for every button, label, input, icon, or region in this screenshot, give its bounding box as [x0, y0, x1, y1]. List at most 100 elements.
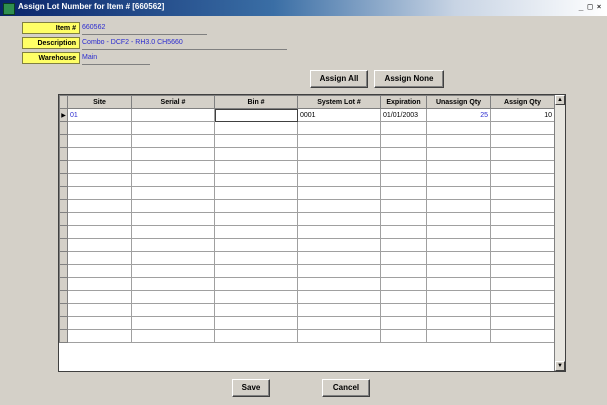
empty-cell[interactable]: [426, 225, 491, 239]
row-selector-current[interactable]: ▶: [59, 108, 68, 122]
cancel-button[interactable]: Cancel: [322, 379, 370, 397]
empty-cell[interactable]: [131, 303, 215, 317]
grid-scrollbar[interactable]: ▲ ▼: [554, 95, 565, 371]
empty-cell[interactable]: [67, 225, 132, 239]
table-row-empty[interactable]: [59, 186, 555, 200]
cell-serial[interactable]: [131, 108, 215, 122]
table-row-empty[interactable]: [59, 173, 555, 187]
cell-unassign-qty[interactable]: 25: [426, 108, 491, 122]
empty-cell[interactable]: [297, 316, 381, 330]
empty-cell[interactable]: [490, 121, 555, 135]
empty-cell[interactable]: [131, 212, 215, 226]
empty-cell[interactable]: [380, 134, 427, 148]
empty-cell[interactable]: [490, 186, 555, 200]
empty-cell[interactable]: [426, 238, 491, 252]
empty-cell[interactable]: [67, 199, 132, 213]
cell-bin[interactable]: [214, 108, 298, 122]
cell-site[interactable]: 01: [67, 108, 132, 122]
row-selector[interactable]: [59, 212, 68, 226]
row-selector[interactable]: [59, 290, 68, 304]
empty-cell[interactable]: [426, 264, 491, 278]
empty-cell[interactable]: [297, 134, 381, 148]
assign-none-button[interactable]: Assign None: [374, 70, 444, 88]
empty-cell[interactable]: [490, 316, 555, 330]
empty-cell[interactable]: [131, 316, 215, 330]
empty-cell[interactable]: [490, 329, 555, 343]
table-row-empty[interactable]: [59, 147, 555, 161]
empty-cell[interactable]: [380, 329, 427, 343]
empty-cell[interactable]: [214, 264, 298, 278]
empty-cell[interactable]: [67, 238, 132, 252]
empty-cell[interactable]: [67, 121, 132, 135]
row-selector[interactable]: [59, 225, 68, 239]
empty-cell[interactable]: [67, 147, 132, 161]
table-row[interactable]: ▶ 01 0001 01/01/2003 25 10: [59, 108, 555, 122]
empty-cell[interactable]: [490, 225, 555, 239]
scroll-up-icon[interactable]: ▲: [555, 95, 565, 105]
table-row-empty[interactable]: [59, 225, 555, 239]
empty-cell[interactable]: [67, 277, 132, 291]
col-header-unassign-qty[interactable]: Unassign Qty: [426, 95, 491, 109]
empty-cell[interactable]: [426, 186, 491, 200]
table-row-empty[interactable]: [59, 277, 555, 291]
row-selector[interactable]: [59, 173, 68, 187]
empty-cell[interactable]: [131, 199, 215, 213]
empty-cell[interactable]: [214, 160, 298, 174]
empty-cell[interactable]: [297, 329, 381, 343]
minimize-icon[interactable]: _: [577, 3, 585, 11]
cell-system-lot[interactable]: 0001: [297, 108, 381, 122]
assign-all-button[interactable]: Assign All: [310, 70, 368, 88]
row-selector[interactable]: [59, 134, 68, 148]
row-selector[interactable]: [59, 186, 68, 200]
empty-cell[interactable]: [426, 316, 491, 330]
empty-cell[interactable]: [67, 316, 132, 330]
row-selector[interactable]: [59, 251, 68, 265]
empty-cell[interactable]: [380, 225, 427, 239]
empty-cell[interactable]: [490, 251, 555, 265]
close-icon[interactable]: ×: [595, 3, 603, 11]
table-row-empty[interactable]: [59, 290, 555, 304]
maximize-icon[interactable]: □: [586, 3, 594, 11]
empty-cell[interactable]: [67, 264, 132, 278]
empty-cell[interactable]: [297, 186, 381, 200]
table-row-empty[interactable]: [59, 199, 555, 213]
table-row-empty[interactable]: [59, 134, 555, 148]
empty-cell[interactable]: [131, 225, 215, 239]
empty-cell[interactable]: [214, 238, 298, 252]
empty-cell[interactable]: [67, 303, 132, 317]
empty-cell[interactable]: [131, 329, 215, 343]
save-button[interactable]: Save: [232, 379, 270, 397]
col-header-bin[interactable]: Bin #: [214, 95, 298, 109]
empty-cell[interactable]: [131, 290, 215, 304]
empty-cell[interactable]: [214, 277, 298, 291]
empty-cell[interactable]: [380, 147, 427, 161]
col-header-assign-qty[interactable]: Assign Qty: [490, 95, 555, 109]
empty-cell[interactable]: [67, 290, 132, 304]
empty-cell[interactable]: [131, 173, 215, 187]
row-selector[interactable]: [59, 329, 68, 343]
empty-cell[interactable]: [490, 290, 555, 304]
empty-cell[interactable]: [214, 225, 298, 239]
empty-cell[interactable]: [380, 186, 427, 200]
empty-cell[interactable]: [490, 160, 555, 174]
empty-cell[interactable]: [426, 277, 491, 291]
empty-cell[interactable]: [131, 238, 215, 252]
empty-cell[interactable]: [131, 186, 215, 200]
empty-cell[interactable]: [214, 212, 298, 226]
empty-cell[interactable]: [131, 264, 215, 278]
empty-cell[interactable]: [490, 303, 555, 317]
empty-cell[interactable]: [297, 225, 381, 239]
empty-cell[interactable]: [297, 212, 381, 226]
table-row-empty[interactable]: [59, 329, 555, 343]
empty-cell[interactable]: [490, 173, 555, 187]
empty-cell[interactable]: [426, 251, 491, 265]
empty-cell[interactable]: [490, 277, 555, 291]
empty-cell[interactable]: [297, 121, 381, 135]
empty-cell[interactable]: [380, 121, 427, 135]
row-selector[interactable]: [59, 303, 68, 317]
empty-cell[interactable]: [490, 264, 555, 278]
empty-cell[interactable]: [297, 147, 381, 161]
row-selector[interactable]: [59, 147, 68, 161]
empty-cell[interactable]: [297, 199, 381, 213]
empty-cell[interactable]: [380, 199, 427, 213]
